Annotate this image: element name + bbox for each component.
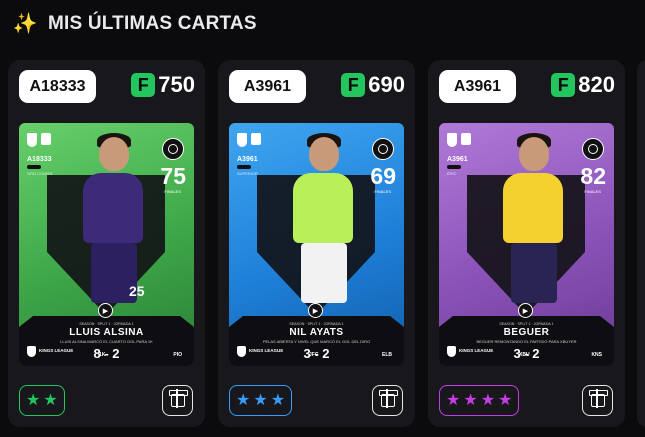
card-panel-partial[interactable] [637, 60, 645, 427]
star-rating: ★ ★ ★ ★ [439, 385, 520, 416]
jersey-number: 25 [129, 283, 145, 299]
section-title: MIS ÚLTIMAS CARTAS [48, 13, 257, 34]
rarity-pill [27, 165, 41, 169]
rarity-pill [237, 165, 251, 169]
card-code-pill: A18333 [19, 70, 96, 103]
play-icon[interactable]: ▶ [518, 303, 533, 318]
sparkles-icon: ✨ [12, 13, 38, 35]
card-rating: 75 [160, 163, 186, 189]
player-name: NIL AYATS [289, 327, 344, 338]
card-type: SUPERIOR [237, 171, 258, 176]
target-icon [162, 138, 184, 160]
star-icon: ★ [480, 391, 496, 409]
card-rating: 69 [370, 163, 396, 189]
card-panel[interactable]: A3961 F 690 A3961 SUPERIOR 69 FINALES ▶ … [218, 60, 415, 427]
card-inner-code: A18333 [27, 156, 52, 163]
rating-label: FINALES [584, 189, 601, 194]
card-price: F 690 [341, 72, 405, 98]
player-image [283, 133, 363, 318]
rating-label: FINALES [164, 189, 181, 194]
gift-icon [378, 389, 398, 408]
card-type: ÉPIC [447, 171, 457, 176]
card-price: F 820 [551, 72, 615, 98]
card-description: PELAS ABIERTA Y NIVEL QUE MARCÓ EL GOL D… [262, 339, 371, 344]
star-icon: ★ [270, 391, 286, 409]
f-coin-icon: F [551, 73, 576, 97]
price-value: 820 [578, 72, 615, 97]
gift-icon [588, 389, 608, 408]
club-crest-icon [27, 131, 57, 153]
card-description: LLUIS ALSINA MARCÓ EL CUARTO GOL PARA 1K [60, 339, 153, 344]
match-score: 3 - 2 [303, 346, 330, 361]
card-type: ORO COMÚN [27, 171, 53, 176]
star-rating: ★ ★ ★ [229, 385, 293, 416]
player-card[interactable]: A18333 ORO COMÚN 75 FINALES 25 ▶ SEASON … [19, 123, 194, 366]
card-code-pill: A3961 [229, 70, 306, 103]
play-icon[interactable]: ▶ [308, 303, 323, 318]
section-header: ✨ MIS ÚLTIMAS CARTAS [12, 10, 257, 38]
star-icon: ★ [498, 391, 513, 409]
card-inner-code: A3961 [237, 156, 258, 163]
f-coin-icon: F [341, 73, 366, 97]
rarity-pill [447, 165, 461, 169]
card-panel[interactable]: A3961 F 820 A3961 ÉPIC 82 FINALES ▶ SEAS… [428, 60, 625, 427]
star-icon: ★ [463, 391, 478, 409]
away-team: PIO [173, 352, 182, 358]
f-coin-icon: F [131, 73, 156, 97]
star-icon: ★ [43, 391, 58, 409]
away-team: ELB [382, 352, 392, 358]
star-icon: ★ [26, 391, 41, 409]
card-description: BEGUER REMONTANDO EL PARTIDO PARA XBUYER [476, 339, 577, 344]
gift-button[interactable] [162, 385, 193, 416]
band-meta: SEASON · SPLIT 1 · JORNADA 1 [289, 322, 344, 326]
club-crest-icon [447, 131, 477, 153]
card-rating: 82 [580, 163, 606, 189]
player-image [493, 133, 573, 318]
price-value: 690 [368, 72, 405, 97]
rating-label: FINALES [374, 189, 391, 194]
target-icon [372, 138, 394, 160]
match-score: 3 - 2 [513, 346, 540, 361]
star-icon: ★ [236, 391, 251, 409]
play-icon[interactable]: ▶ [98, 303, 113, 318]
player-name: BEGUER [503, 327, 550, 338]
band-meta: SEASON · SPLIT 1 · JORNADA 1 [79, 322, 134, 326]
card-inner-code: A3961 [447, 156, 468, 163]
match-score: 8 - 2 [93, 346, 120, 361]
star-rating: ★ ★ [19, 385, 65, 416]
star-icon: ★ [446, 391, 461, 409]
card-panel[interactable]: A18333 F 750 A18333 ORO COMÚN 75 FINALES… [8, 60, 205, 427]
price-value: 750 [158, 72, 195, 97]
gift-icon [168, 389, 188, 408]
player-card[interactable]: A3961 ÉPIC 82 FINALES ▶ SEASON · SPLIT 1… [439, 123, 614, 366]
card-price: F 750 [131, 72, 195, 98]
target-icon [582, 138, 604, 160]
player-name: LLUIS ALSINA [69, 327, 144, 338]
gift-button[interactable] [372, 385, 403, 416]
band-meta: SEASON · SPLIT 1 · JORNADA 1 [499, 322, 554, 326]
card-code-pill: A3961 [439, 70, 516, 103]
star-icon: ★ [253, 391, 268, 409]
gift-button[interactable] [582, 385, 613, 416]
player-card[interactable]: A3961 SUPERIOR 69 FINALES ▶ SEASON · SPL… [229, 123, 404, 366]
club-crest-icon [237, 131, 267, 153]
away-team: KNS [591, 352, 602, 358]
